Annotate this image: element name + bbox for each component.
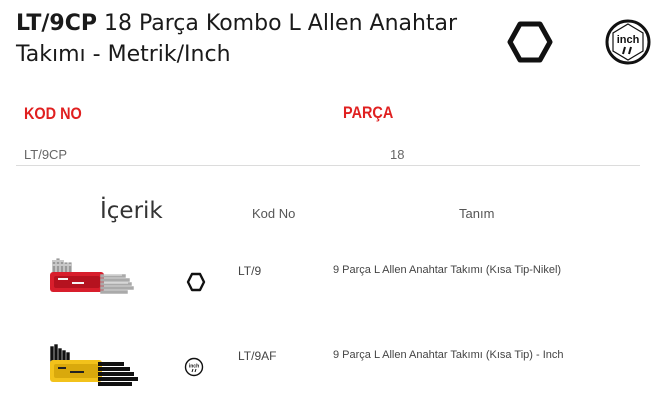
inch-label-small: inch [189, 364, 199, 370]
product-name-line2: Takımı - Metrik/Inch [16, 42, 231, 67]
product-code: LT/9CP [16, 11, 97, 36]
hexagon-metric-icon [186, 272, 206, 292]
black-allen-key-set-image [50, 344, 138, 386]
inch-label: inch [617, 34, 640, 46]
contents-header-kod-no: Kod No [252, 206, 296, 221]
contents-title: İçerik [100, 198, 163, 224]
product-title: LT/9CP 18 Parça Kombo L Allen Anahtar Ta… [16, 8, 486, 70]
contents-header-tanim: Tanım [459, 206, 495, 221]
table-divider [16, 165, 640, 166]
contents-row-1-kod-no: LT/9 [238, 264, 262, 278]
inch-badge-icon: inch [184, 357, 204, 377]
contents-row-2-tanim: 9 Parça L Allen Anahtar Takımı (Kısa Tip… [333, 349, 564, 361]
contents-row-2-kod-no: LT/9AF [238, 349, 277, 363]
inch-badge-icon: inch [605, 19, 651, 65]
product-name: 18 Parça Kombo L Allen Anahtar [104, 11, 458, 36]
header-parca: PARÇA [343, 103, 394, 122]
spec-parca-cell: 18 [390, 147, 405, 162]
spec-kod-no-cell: LT/9CP [24, 147, 68, 162]
nickel-allen-key-set-image [50, 258, 134, 294]
hexagon-metric-icon [507, 21, 553, 63]
header-kod-no: KOD NO [24, 104, 82, 123]
contents-row-1-tanim: 9 Parça L Allen Anahtar Takımı (Kısa Tip… [333, 264, 562, 276]
